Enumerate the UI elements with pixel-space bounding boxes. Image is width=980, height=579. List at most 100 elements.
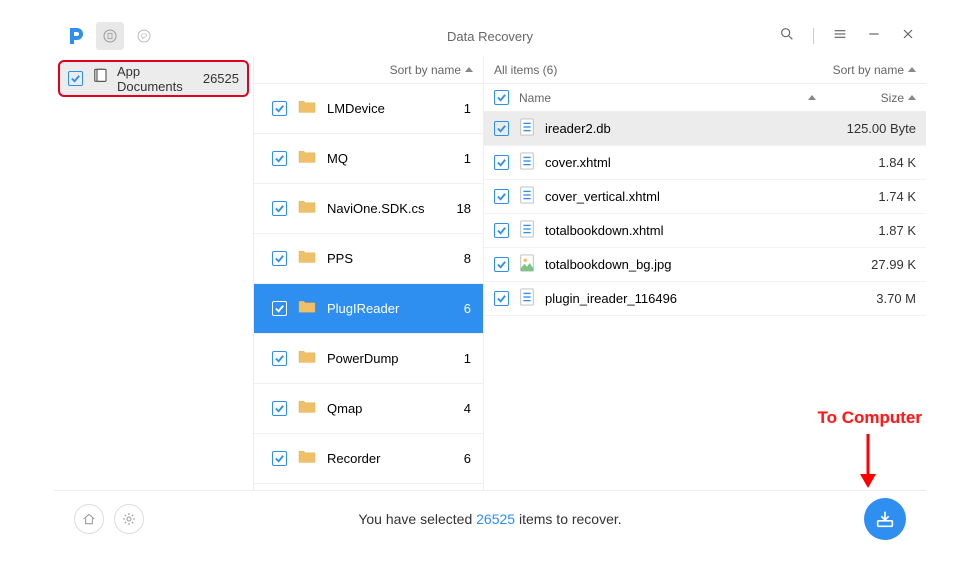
folder-name: PowerDump — [327, 351, 441, 366]
checkbox[interactable] — [272, 301, 287, 316]
file-panel: All items (6) Sort by name Name Size ire… — [483, 56, 926, 490]
folder-count: 6 — [451, 451, 471, 466]
folder-count: 18 — [451, 201, 471, 216]
category-name: App Documents — [117, 64, 195, 94]
checkbox[interactable] — [272, 401, 287, 416]
doc-file-icon — [519, 288, 535, 309]
folder-row[interactable]: PPS8 — [254, 234, 483, 284]
folder-row[interactable]: Qmap 4 — [254, 384, 483, 434]
checkbox[interactable] — [68, 71, 83, 86]
checkbox[interactable] — [494, 291, 509, 306]
folder-count: 1 — [451, 151, 471, 166]
settings-button[interactable] — [114, 504, 144, 534]
file-name: plugin_ireader_116496 — [545, 291, 816, 306]
folder-icon — [297, 198, 317, 219]
folder-icon — [297, 448, 317, 469]
folder-row[interactable]: NaviOne.SDK.cs 18 — [254, 184, 483, 234]
checkbox[interactable] — [272, 351, 287, 366]
file-row[interactable]: plugin_ireader_116496 3.70 M — [484, 282, 926, 316]
folder-icon — [297, 98, 317, 119]
checkbox[interactable] — [494, 121, 509, 136]
folder-name: PlugIReader — [327, 301, 441, 316]
folder-panel: Sort by name LMDevice1MQ1NaviOne.SDK.cs1… — [253, 56, 483, 490]
folder-row[interactable]: LMDevice 1 — [254, 84, 483, 134]
folder-icon — [297, 348, 317, 369]
items-count-label[interactable]: All items (6) — [494, 63, 833, 77]
file-size: 3.70 M — [826, 291, 916, 306]
home-button[interactable] — [74, 504, 104, 534]
checkbox[interactable] — [494, 223, 509, 238]
select-all-checkbox[interactable] — [494, 90, 509, 105]
doc-file-icon — [519, 118, 535, 139]
checkbox[interactable] — [272, 151, 287, 166]
file-size: 27.99 K — [826, 257, 916, 272]
file-name: cover_vertical.xhtml — [545, 189, 816, 204]
category-app-documents[interactable]: App Documents 26525 — [58, 60, 249, 97]
sort-label: Sort by name — [390, 63, 461, 77]
file-name: cover.xhtml — [545, 155, 816, 170]
doc-file-icon — [519, 220, 535, 241]
file-name: ireader2.db — [545, 121, 816, 136]
column-name[interactable]: Name — [519, 91, 816, 105]
category-count: 26525 — [203, 71, 239, 86]
file-size: 125.00 Byte — [826, 121, 916, 136]
footer: You have selected 26525 items to recover… — [54, 490, 926, 546]
folder-name: NaviOne.SDK.cs — [327, 201, 441, 216]
column-size[interactable]: Size — [826, 91, 916, 105]
brand-logo — [64, 24, 88, 48]
menu-button[interactable] — [832, 26, 848, 47]
folder-sort-header[interactable]: Sort by name — [254, 56, 483, 84]
file-row[interactable]: ireader2.db 125.00 Byte — [484, 112, 926, 146]
folder-name: Recorder — [327, 451, 441, 466]
checkbox[interactable] — [494, 257, 509, 272]
separator — [813, 28, 814, 44]
caret-up-icon — [908, 67, 916, 72]
checkbox[interactable] — [272, 451, 287, 466]
file-size: 1.74 K — [826, 189, 916, 204]
close-button[interactable] — [900, 26, 916, 47]
folder-count: 1 — [451, 101, 471, 116]
minimize-button[interactable] — [866, 26, 882, 47]
folder-icon — [297, 148, 317, 169]
doc-file-icon — [519, 152, 535, 173]
footer-status: You have selected 26525 items to recover… — [358, 511, 621, 527]
file-row[interactable]: cover.xhtml 1.84 K — [484, 146, 926, 180]
folder-name: PPS — [327, 251, 441, 266]
file-row[interactable]: totalbookdown_bg.jpg 27.99 K — [484, 248, 926, 282]
file-row[interactable]: cover_vertical.xhtml 1.74 K — [484, 180, 926, 214]
checkbox[interactable] — [494, 189, 509, 204]
image-file-icon — [519, 254, 535, 275]
category-panel: App Documents 26525 — [54, 56, 253, 490]
folder-count: 6 — [451, 301, 471, 316]
export-to-computer-button[interactable] — [864, 498, 906, 540]
caret-up-icon — [908, 95, 916, 100]
checkbox[interactable] — [494, 155, 509, 170]
caret-up-icon — [808, 95, 816, 100]
file-size: 1.84 K — [826, 155, 916, 170]
folder-name: Qmap — [327, 401, 441, 416]
mode-chat-button[interactable] — [130, 22, 158, 50]
mode-document-button[interactable] — [96, 22, 124, 50]
window-title: Data Recovery — [447, 29, 533, 44]
caret-up-icon — [465, 67, 473, 72]
folder-name: LMDevice — [327, 101, 441, 116]
folder-row[interactable]: Recorder 6 — [254, 434, 483, 484]
file-row[interactable]: totalbookdown.xhtml 1.87 K — [484, 214, 926, 248]
folder-row[interactable]: PowerDump 1 — [254, 334, 483, 384]
file-sort-label[interactable]: Sort by name — [833, 63, 904, 77]
folder-count: 4 — [451, 401, 471, 416]
checkbox[interactable] — [272, 251, 287, 266]
file-name: totalbookdown.xhtml — [545, 223, 816, 238]
folder-icon — [297, 248, 317, 269]
folder-count: 1 — [451, 351, 471, 366]
folder-row[interactable]: PlugIReader 6 — [254, 284, 483, 334]
titlebar: Data Recovery — [54, 16, 926, 56]
folder-row[interactable]: MQ1 — [254, 134, 483, 184]
checkbox[interactable] — [272, 101, 287, 116]
file-size: 1.87 K — [826, 223, 916, 238]
search-button[interactable] — [779, 26, 795, 47]
file-name: totalbookdown_bg.jpg — [545, 257, 816, 272]
checkbox[interactable] — [272, 201, 287, 216]
doc-file-icon — [519, 186, 535, 207]
document-icon — [91, 67, 109, 90]
